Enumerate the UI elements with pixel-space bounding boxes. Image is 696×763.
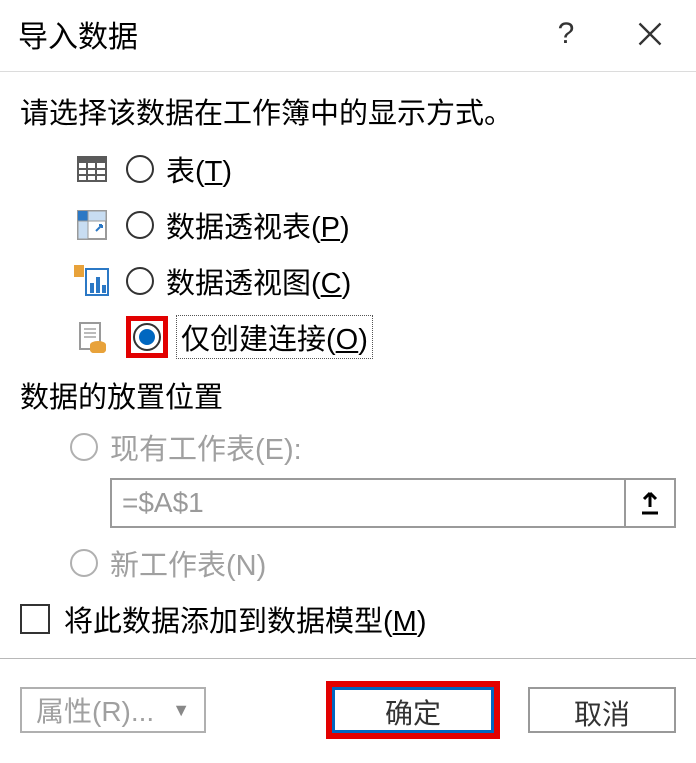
table-icon <box>74 151 110 187</box>
option-pivot-chart[interactable]: 数据透视图(C) <box>74 258 676 304</box>
radio-pivot-table[interactable] <box>126 211 154 239</box>
option-pivot-table[interactable]: 数据透视表(P) <box>74 202 676 248</box>
option-connection-only[interactable]: 仅创建连接(O) <box>74 314 676 360</box>
cell-reference-row <box>110 478 676 528</box>
prompt-text: 请选择该数据在工作簿中的显示方式。 <box>20 90 676 132</box>
radio-pivot-chart[interactable] <box>126 267 154 295</box>
option-pivot-table-label: 数据透视表(P) <box>166 204 350 246</box>
option-new-sheet: 新工作表(N) <box>70 542 676 584</box>
add-to-model-label: 将此数据添加到数据模型(M) <box>64 598 427 640</box>
pivot-table-icon <box>74 207 110 243</box>
range-selector-icon <box>638 489 662 517</box>
chevron-down-icon: ▼ <box>172 700 190 721</box>
dialog-content: 请选择该数据在工作簿中的显示方式。 表(T) <box>0 72 696 640</box>
option-pivot-chart-label: 数据透视图(C) <box>166 260 351 302</box>
option-table-label: 表(T) <box>166 148 232 190</box>
radio-new-sheet <box>70 549 98 577</box>
add-to-model-checkbox[interactable] <box>20 604 50 634</box>
dialog-title: 导入数据 <box>18 12 538 56</box>
ok-button[interactable]: 确定 <box>332 687 494 733</box>
add-to-model-row[interactable]: 将此数据添加到数据模型(M) <box>20 598 676 640</box>
radio-existing-sheet <box>70 433 98 461</box>
properties-button: 属性(R)... ▼ <box>20 687 206 733</box>
close-icon <box>636 20 664 48</box>
ok-highlight-box: 确定 <box>326 681 500 739</box>
option-table[interactable]: 表(T) <box>74 146 676 192</box>
help-button[interactable]: ? <box>538 12 594 56</box>
titlebar: 导入数据 ? <box>0 0 696 71</box>
range-selector-button[interactable] <box>626 478 676 528</box>
radio-table[interactable] <box>126 155 154 183</box>
option-connection-only-label: 仅创建连接(O) <box>176 315 373 359</box>
radio-connection-only[interactable] <box>133 323 161 351</box>
option-existing-sheet-label: 现有工作表(E): <box>110 426 302 468</box>
properties-button-label: 属性(R)... <box>36 690 154 730</box>
option-new-sheet-label: 新工作表(N) <box>110 542 266 584</box>
highlight-box <box>126 316 168 358</box>
cell-reference-input[interactable] <box>110 478 626 528</box>
cancel-button[interactable]: 取消 <box>528 687 676 733</box>
pivot-chart-icon <box>74 263 110 299</box>
close-button[interactable] <box>622 12 678 56</box>
connection-icon <box>74 319 110 355</box>
option-existing-sheet: 现有工作表(E): <box>70 426 676 468</box>
dialog-footer: 属性(R)... ▼ 确定 取消 <box>0 658 696 739</box>
placement-title: 数据的放置位置 <box>20 374 676 416</box>
